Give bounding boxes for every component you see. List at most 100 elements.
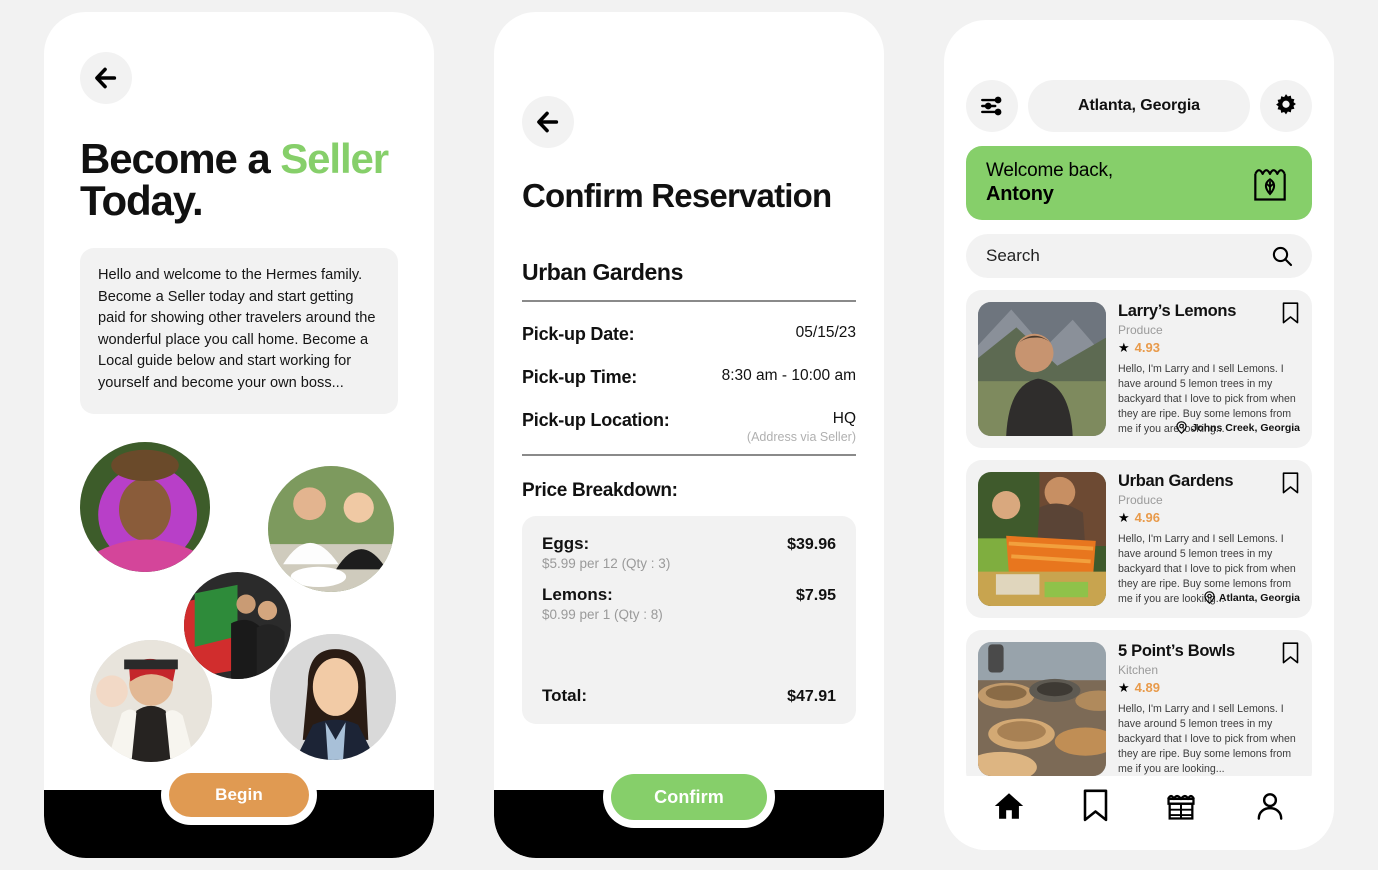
star-icon: ★ xyxy=(1118,340,1130,355)
photo-man-mountains xyxy=(978,302,1106,436)
begin-button-halo: Begin xyxy=(161,765,317,825)
listing-category: Kitchen xyxy=(1118,663,1159,677)
confirm-button-area: Confirm xyxy=(494,766,884,828)
listing-title: Larry’s Lemons xyxy=(1118,302,1237,320)
screens-stage: Become a Seller Today. Hello and welcome … xyxy=(0,0,1378,870)
settings-button[interactable] xyxy=(1260,80,1312,132)
line-item-name: Eggs: xyxy=(542,533,590,553)
avatar-man-festival xyxy=(90,639,212,762)
line-item-eggs: Eggs: $39.96 $5.99 per 12 (Qty : 3) xyxy=(542,534,836,571)
listing-location-text: Atlanta, Georgia xyxy=(1218,591,1300,604)
welcome-banner: Welcome back, Antony xyxy=(966,146,1312,220)
bookmark-icon[interactable] xyxy=(1281,302,1300,324)
rating-value: 4.93 xyxy=(1134,340,1160,355)
detail-value: 8:30 am - 10:00 am xyxy=(721,366,856,384)
detail-value: 05/15/23 xyxy=(795,323,856,341)
title-part-1: Become a xyxy=(80,135,281,182)
listing-card[interactable]: 5 Point’s Bowls Kitchen ★ 4.89 Hello, I'… xyxy=(966,630,1312,788)
begin-button[interactable]: Begin xyxy=(169,773,309,817)
avatar-woman-suit xyxy=(270,633,396,760)
tab-store[interactable] xyxy=(1164,789,1198,828)
detail-note: (Address via Seller) xyxy=(746,429,856,444)
line-item-amount: $39.96 xyxy=(787,535,836,553)
detail-row-location: Pick-up Location: HQ (Address via Seller… xyxy=(522,410,856,444)
star-icon: ★ xyxy=(1118,510,1130,525)
total-row: Total: $47.91 xyxy=(542,686,836,706)
detail-row-date: Pick-up Date: 05/15/23 xyxy=(522,324,856,345)
detail-value: HQ xyxy=(832,409,856,427)
listing-location-text: Johns Creek, Georgia xyxy=(1191,421,1300,434)
welcome-greeting: Welcome back, xyxy=(986,160,1113,182)
avatar-collage xyxy=(80,438,398,768)
avatar-woman-purple-veil xyxy=(80,441,210,572)
search-input[interactable]: Search xyxy=(986,246,1040,266)
gear-icon xyxy=(1276,94,1296,115)
arrow-left-icon xyxy=(537,111,559,133)
filter-button[interactable] xyxy=(966,80,1018,132)
person-icon xyxy=(1257,792,1283,820)
photo-farmers-market-carrots xyxy=(978,472,1106,606)
total-label: Total: xyxy=(542,685,588,705)
rating-value: 4.89 xyxy=(1134,680,1160,695)
arrow-left-icon xyxy=(95,67,117,89)
detail-label: Pick-up Location: xyxy=(522,409,670,430)
listing-description: Hello, I'm Larry and I sell Lemons. I ha… xyxy=(1118,703,1296,776)
bookmark-icon[interactable] xyxy=(1281,472,1300,494)
listing-title: Urban Gardens xyxy=(1118,472,1234,490)
divider-top xyxy=(522,299,856,302)
confirm-button[interactable]: Confirm xyxy=(611,774,767,820)
star-icon: ★ xyxy=(1118,680,1130,695)
title-accent: Seller xyxy=(280,135,389,182)
avatar-couple-dining xyxy=(268,465,394,592)
search-bar[interactable]: Search xyxy=(966,234,1312,278)
storefront-leaf-icon xyxy=(1254,169,1286,201)
avatar-friends-flag xyxy=(184,571,291,679)
welcome-blurb: Hello and welcome to the Hermes family. … xyxy=(80,248,398,414)
bookmark-icon[interactable] xyxy=(1281,642,1300,664)
listing-list: Larry’s Lemons Produce ★ 4.93 Hello, I'm… xyxy=(966,290,1312,788)
tab-home[interactable] xyxy=(992,789,1026,828)
line-item-meta: $5.99 per 12 (Qty : 3) xyxy=(542,555,671,571)
search-icon[interactable] xyxy=(1270,244,1294,268)
line-item-lemons: Lemons: $7.95 $0.99 per 1 (Qty : 8) xyxy=(542,585,836,622)
seller-name: Urban Gardens xyxy=(522,258,683,285)
listing-card[interactable]: Urban Gardens Produce ★ 4.96 Hello, I'm … xyxy=(966,460,1312,618)
listing-title: 5 Point’s Bowls xyxy=(1118,642,1235,660)
title-part-2: Today. xyxy=(80,177,204,224)
map-pin-icon xyxy=(1176,421,1188,434)
listing-category: Produce xyxy=(1118,493,1163,507)
detail-label: Pick-up Time: xyxy=(522,366,638,387)
home-header: Atlanta, Georgia xyxy=(966,80,1312,132)
back-button[interactable] xyxy=(522,96,574,148)
listing-rating: ★ 4.96 xyxy=(1118,510,1233,525)
total-amount: $47.91 xyxy=(787,687,836,705)
location-selector[interactable]: Atlanta, Georgia xyxy=(1028,80,1250,132)
tab-saved[interactable] xyxy=(1082,789,1109,827)
page-title: Become a Seller Today. xyxy=(80,138,398,222)
price-breakdown-card: Eggs: $39.96 $5.99 per 12 (Qty : 3) Lemo… xyxy=(522,515,856,724)
sliders-icon xyxy=(981,96,1002,116)
welcome-username: Antony xyxy=(986,183,1054,206)
detail-label: Pick-up Date: xyxy=(522,323,635,344)
bottom-tab-bar xyxy=(944,776,1334,850)
map-pin-icon xyxy=(1204,591,1215,604)
tab-profile[interactable] xyxy=(1254,790,1286,827)
listing-rating: ★ 4.89 xyxy=(1118,680,1235,695)
listing-location: Atlanta, Georgia xyxy=(1204,591,1300,604)
bookmark-icon xyxy=(1083,789,1107,822)
line-item-name: Lemons: xyxy=(542,584,613,604)
photo-wooden-bowls xyxy=(978,642,1106,776)
line-item-meta: $0.99 per 1 (Qty : 8) xyxy=(542,606,663,622)
phone-onboarding: Become a Seller Today. Hello and welcome … xyxy=(44,12,434,858)
listing-rating: ★ 4.93 xyxy=(1118,340,1236,355)
listing-card[interactable]: Larry’s Lemons Produce ★ 4.93 Hello, I'm… xyxy=(966,290,1312,448)
phone-confirm-reservation: Confirm Reservation Urban Gardens Pick-u… xyxy=(494,12,884,858)
home-icon xyxy=(994,792,1024,819)
listing-category: Produce xyxy=(1118,323,1163,337)
phone-home-listings: Atlanta, Georgia Welcome back, Antony Se… xyxy=(944,20,1334,850)
back-button[interactable] xyxy=(80,52,132,104)
price-breakdown-title: Price Breakdown: xyxy=(522,479,678,501)
listing-location: Johns Creek, Georgia xyxy=(1176,421,1300,434)
detail-row-time: Pick-up Time: 8:30 am - 10:00 am xyxy=(522,367,856,388)
page-title: Confirm Reservation xyxy=(522,177,832,214)
